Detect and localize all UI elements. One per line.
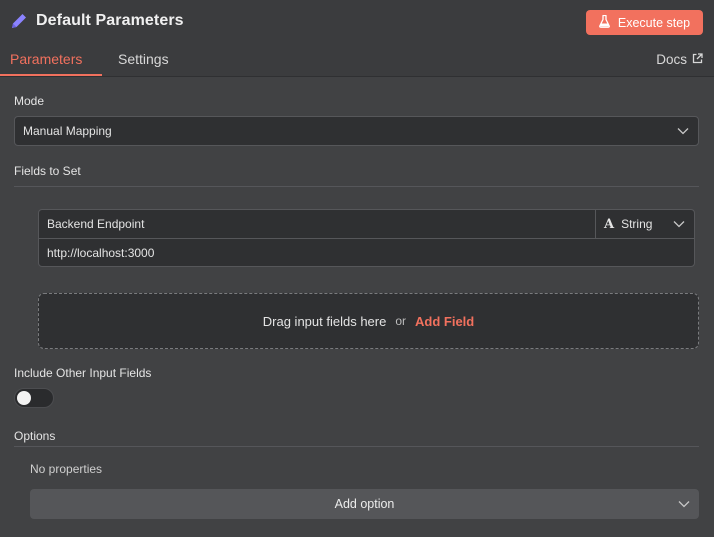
- options-divider: [14, 446, 699, 447]
- mode-value: Manual Mapping: [23, 124, 112, 138]
- add-option-button[interactable]: Add option: [30, 489, 699, 519]
- docs-label: Docs: [656, 52, 687, 67]
- execute-step-button[interactable]: Execute step: [586, 10, 703, 35]
- add-option-label: Add option: [334, 497, 395, 511]
- pencil-icon[interactable]: [9, 11, 29, 31]
- field-value-input[interactable]: http://localhost:3000: [39, 239, 694, 267]
- mode-select[interactable]: Manual Mapping: [14, 116, 699, 146]
- active-tab-indicator: [0, 74, 102, 76]
- chevron-down-icon: [678, 497, 690, 511]
- tab-parameters[interactable]: Parameters: [10, 51, 82, 67]
- include-other-fields-label: Include Other Input Fields: [14, 366, 152, 380]
- field-name-input[interactable]: Backend Endpoint: [39, 210, 596, 239]
- add-field-button[interactable]: Add Field: [415, 314, 474, 329]
- string-type-icon: A: [604, 216, 615, 232]
- field-assignment: Backend Endpoint A String http://localho…: [38, 209, 695, 267]
- field-type-select[interactable]: A String: [596, 210, 694, 239]
- flask-icon: [598, 14, 618, 31]
- field-drop-zone[interactable]: Drag input fields here or Add Field: [38, 293, 699, 349]
- mode-label: Mode: [14, 94, 45, 108]
- section-divider: [14, 186, 699, 187]
- options-label: Options: [14, 429, 56, 443]
- external-link-icon: [687, 52, 703, 67]
- node-header: Default Parameters Execute step Paramete…: [0, 0, 714, 77]
- execute-step-label: Execute step: [617, 15, 691, 30]
- toggle-knob: [17, 391, 31, 405]
- chevron-down-icon: [677, 124, 689, 138]
- title-wrap: Default Parameters: [9, 11, 184, 31]
- include-other-fields-toggle[interactable]: [14, 388, 54, 408]
- fields-to-set-label: Fields to Set: [14, 164, 81, 178]
- no-properties-text: No properties: [30, 462, 103, 476]
- tab-settings[interactable]: Settings: [118, 51, 169, 67]
- drop-zone-text: Drag input fields here: [262, 313, 387, 329]
- docs-link[interactable]: Docs: [656, 52, 703, 67]
- chevron-down-icon: [673, 217, 685, 231]
- node-title[interactable]: Default Parameters: [36, 12, 184, 30]
- field-type-value: String: [621, 217, 653, 231]
- drop-zone-or: or: [395, 314, 407, 328]
